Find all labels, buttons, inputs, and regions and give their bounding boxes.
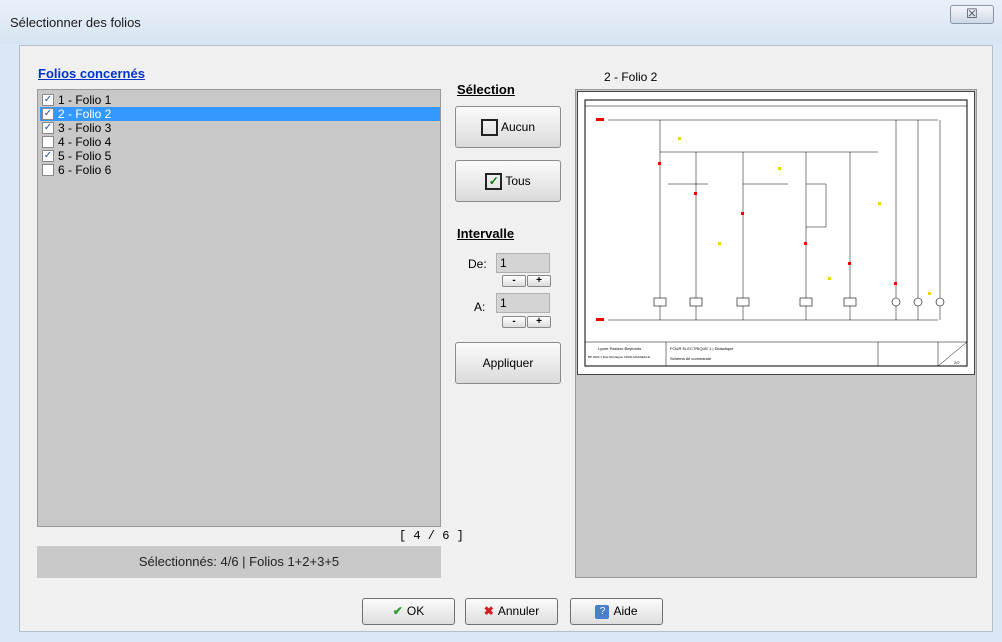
select-all-label: Tous — [505, 174, 531, 188]
folio-checkbox[interactable]: ✓ — [42, 122, 54, 134]
preview-title: 2 - Folio 2 — [604, 70, 658, 84]
sheet-folio-number: 2/2 — [954, 360, 960, 365]
folio-item-label: 5 - Folio 5 — [58, 149, 112, 163]
folio-list-item[interactable]: ✓ 1 - Folio 1 — [40, 93, 440, 107]
select-none-button[interactable]: Aucun — [455, 106, 561, 148]
folio-item-label: 3 - Folio 3 — [58, 121, 112, 135]
folio-list[interactable]: ✓ 1 - Folio 1 ✓ 2 - Folio 2 ✓ 3 - Folio 34 - … — [37, 89, 441, 527]
from-decrement-button[interactable]: - — [502, 275, 526, 287]
sheet-company: Lycée Pasteur Beyfonds — [598, 346, 641, 351]
folio-list-item[interactable]: 4 - Folio 4 — [40, 135, 440, 149]
selection-status: Sélectionnés: 4/6 | Folios 1+2+3+5 — [37, 546, 441, 578]
folio-list-item[interactable]: ✓ 5 - Folio 5 — [40, 149, 440, 163]
to-label: A: — [474, 300, 486, 314]
folio-list-item[interactable]: ✓ 3 - Folio 3 — [40, 121, 440, 135]
close-icon: ☒ — [966, 6, 978, 21]
sheet-subtitle: Schéma de commande — [670, 356, 712, 361]
apply-button[interactable]: Appliquer — [455, 342, 561, 384]
checked-checkbox-icon: ✓ — [485, 173, 503, 191]
folio-item-label: 2 - Folio 2 — [58, 107, 112, 121]
folio-list-item[interactable]: 6 - Folio 6 — [40, 163, 440, 177]
sheet-project: FOUR ELECTRIQUE 1 | Didactique — [670, 346, 734, 351]
from-increment-button[interactable]: + — [527, 275, 551, 287]
empty-checkbox-icon — [480, 119, 498, 137]
from-label: De: — [468, 257, 487, 271]
folio-checkbox[interactable] — [42, 164, 54, 176]
folio-item-label: 4 - Folio 4 — [58, 135, 112, 149]
cancel-label: Annuler — [497, 604, 540, 618]
select-none-label: Aucun — [500, 120, 536, 134]
folio-checkbox[interactable]: ✓ — [42, 108, 54, 120]
folios-heading: Folios concernés — [38, 66, 145, 81]
ok-button[interactable]: ✔ OK — [362, 598, 455, 625]
folio-checkbox[interactable]: ✓ — [42, 94, 54, 106]
cancel-x-icon: ✖ — [483, 604, 494, 618]
cancel-button[interactable]: ✖ Annuler — [465, 598, 558, 625]
sheet-address: BP 3020 1 Rue Montaigne 13500 MARSEILLE — [588, 355, 650, 359]
ok-label: OK — [406, 604, 425, 618]
title-bar: Sélectionner des folios ☒ — [0, 0, 1002, 44]
folio-item-label: 1 - Folio 1 — [58, 93, 112, 107]
to-decrement-button[interactable]: - — [502, 316, 526, 328]
help-label: Aide — [613, 604, 638, 618]
to-field[interactable]: 1 — [496, 293, 550, 313]
folio-preview-sheet: Lycée Pasteur Beyfonds BP 3020 1 Rue Mon… — [577, 91, 975, 375]
close-button[interactable]: ☒ — [950, 5, 994, 24]
interval-heading: Intervalle — [457, 226, 515, 241]
folio-checkbox[interactable] — [42, 136, 54, 148]
folio-list-item[interactable]: ✓ 2 - Folio 2 — [40, 107, 440, 121]
from-field[interactable]: 1 — [496, 253, 550, 273]
folio-checkbox[interactable]: ✓ — [42, 150, 54, 162]
window-title: Sélectionner des folios — [10, 15, 141, 30]
selection-heading: Sélection — [457, 82, 515, 97]
schematic-drawing: Lycée Pasteur Beyfonds BP 3020 1 Rue Mon… — [584, 99, 968, 367]
folio-count: [ 4 / 6 ] — [399, 529, 464, 543]
to-increment-button[interactable]: + — [527, 316, 551, 328]
help-icon: ? — [595, 604, 610, 619]
help-button[interactable]: ? Aide — [570, 598, 663, 625]
select-all-button[interactable]: ✓ Tous — [455, 160, 561, 202]
folio-item-label: 6 - Folio 6 — [58, 163, 112, 177]
check-icon: ✔ — [392, 604, 403, 618]
